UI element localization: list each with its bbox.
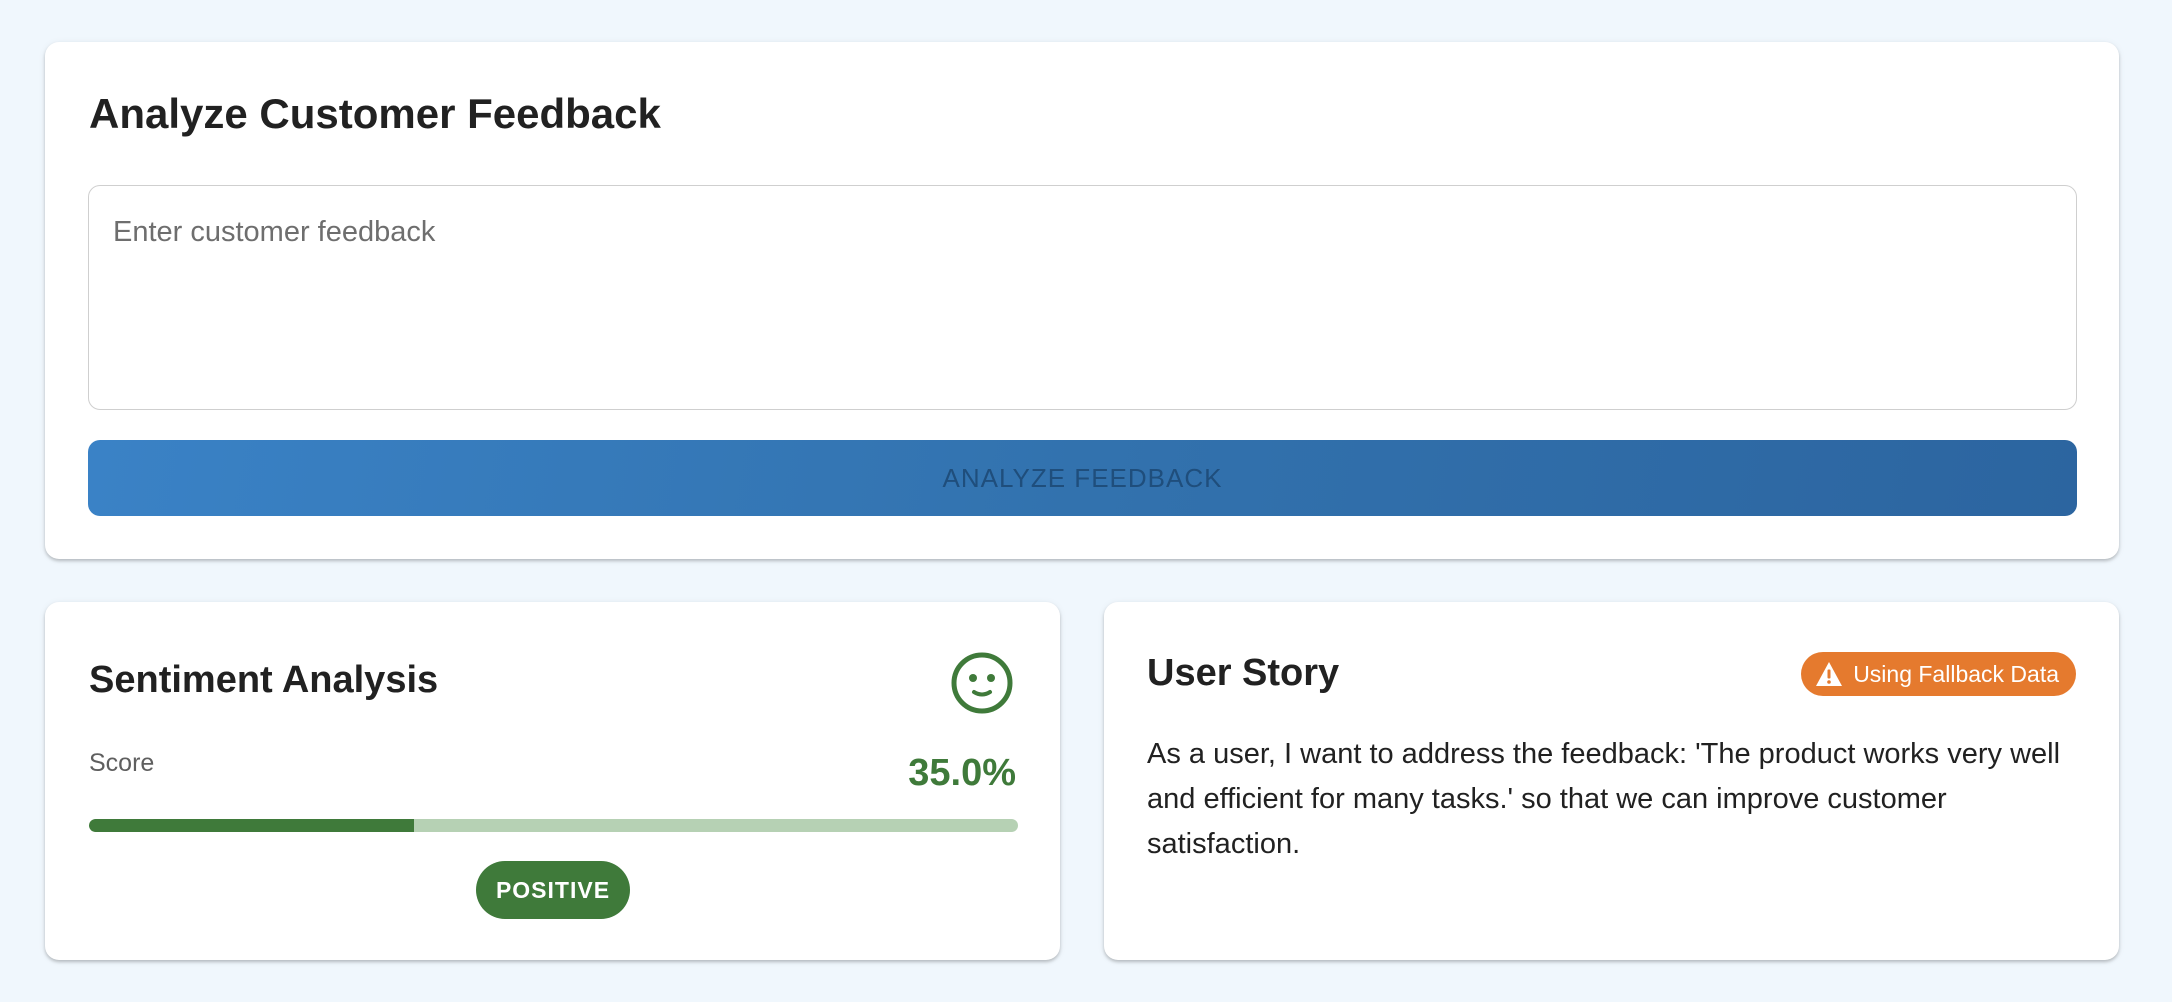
score-value: 35.0% [908, 752, 1016, 794]
score-progress-fill [89, 819, 415, 832]
warning-icon [1816, 662, 1843, 686]
user-story-card: User Story Using Fallback Data As a user… [1104, 602, 2119, 960]
analyze-feedback-button[interactable]: ANALYZE FEEDBACK [88, 440, 2077, 516]
sentiment-analysis-card: Sentiment Analysis Score 35.0% POSITIVE [45, 602, 1060, 960]
user-story-title: User Story [1147, 652, 1340, 694]
sentiment-label-badge: POSITIVE [476, 861, 630, 919]
score-progress-bar [89, 819, 1018, 832]
sentiment-title: Sentiment Analysis [89, 659, 439, 701]
analyze-title: Analyze Customer Feedback [89, 90, 661, 137]
fallback-data-badge: Using Fallback Data [1801, 652, 2076, 696]
user-story-text: As a user, I want to address the feedbac… [1147, 738, 2061, 860]
smiley-face-icon [951, 652, 1013, 714]
feedback-input[interactable] [88, 185, 2077, 410]
analyze-feedback-card: Analyze Customer Feedback ANALYZE FEEDBA… [45, 42, 2119, 559]
score-label: Score [89, 749, 155, 777]
fallback-badge-label: Using Fallback Data [1853, 660, 2059, 687]
